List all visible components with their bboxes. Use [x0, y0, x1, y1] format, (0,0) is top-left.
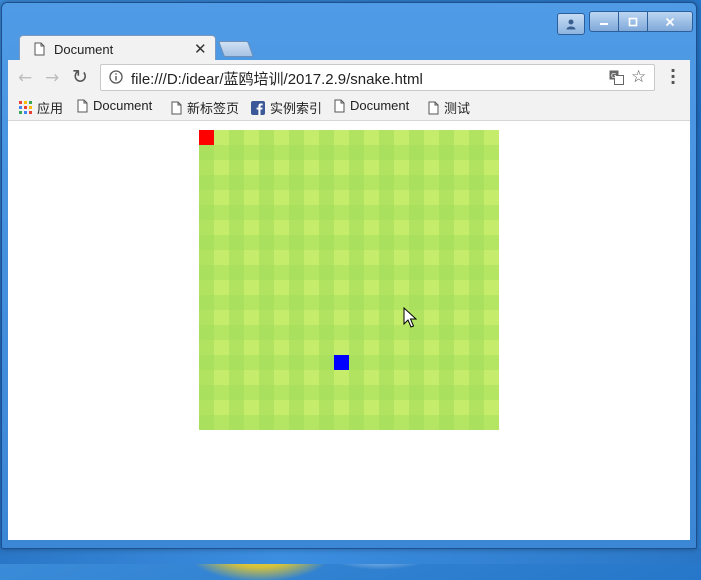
bookmark-apps[interactable]: 应用	[19, 98, 63, 117]
bookmark-label: 实例索引	[270, 101, 323, 116]
reload-icon[interactable]: ↻	[72, 66, 88, 88]
taskbar	[0, 548, 701, 564]
bookmark-document-2[interactable]: Document	[334, 98, 409, 113]
forward-icon[interactable]: →	[45, 68, 59, 88]
menu-icon[interactable]: · · ·	[670, 63, 676, 91]
page-icon	[334, 99, 345, 112]
browser-toolbar: ← → ↻ file:///D:/idear/蓝鸥培训/2017.2.9/sna…	[8, 60, 690, 94]
address-bar[interactable]: file:///D:/idear/蓝鸥培训/2017.2.9/snake.htm…	[100, 64, 655, 91]
back-icon[interactable]: ←	[18, 68, 32, 88]
url-text: file:///D:/idear/蓝鸥培训/2017.2.9/snake.htm…	[131, 71, 423, 88]
minimize-icon	[600, 22, 608, 25]
svg-text:G: G	[611, 72, 616, 80]
maximize-button[interactable]	[619, 11, 648, 32]
window-controls	[589, 11, 693, 32]
bookmark-star-icon[interactable]: ☆	[631, 67, 646, 87]
maximize-icon	[628, 17, 638, 26]
page-icon	[77, 99, 88, 112]
bookmark-document-1[interactable]: Document	[77, 98, 152, 113]
food-square	[199, 130, 214, 145]
bookmark-test[interactable]: 测试	[428, 98, 470, 117]
bookmark-new-tab-page[interactable]: 新标签页	[171, 98, 239, 117]
page-content	[8, 121, 690, 540]
tab-close-icon[interactable]: ✕	[194, 40, 207, 58]
close-icon	[665, 17, 675, 26]
user-icon	[566, 19, 576, 30]
tab-title: Document	[54, 42, 114, 57]
close-window-button[interactable]	[648, 11, 693, 32]
bookmark-label: 新标签页	[187, 101, 240, 116]
page-icon	[34, 42, 45, 56]
snake-head	[334, 355, 349, 370]
bookmark-label: Document	[350, 98, 410, 113]
info-icon	[109, 70, 123, 84]
translate-icon[interactable]: G	[609, 70, 624, 85]
bookmark-label: 应用	[37, 101, 64, 116]
game-board[interactable]	[199, 130, 499, 430]
new-tab-button[interactable]	[218, 41, 254, 57]
minimize-button[interactable]	[589, 11, 619, 32]
page-icon	[171, 101, 182, 114]
apps-grid-icon	[19, 101, 32, 114]
bookmark-example-index[interactable]: 实例索引	[251, 98, 322, 117]
profile-button[interactable]	[557, 13, 585, 35]
mouse-cursor-icon	[403, 307, 417, 328]
bookmark-label: Document	[93, 98, 153, 113]
page-icon	[428, 101, 439, 114]
bookmark-label: 测试	[444, 101, 471, 116]
facebook-icon	[251, 100, 265, 115]
bookmarks-bar: 应用 Document 新标签页 实例索引 Document 测试	[8, 94, 690, 121]
